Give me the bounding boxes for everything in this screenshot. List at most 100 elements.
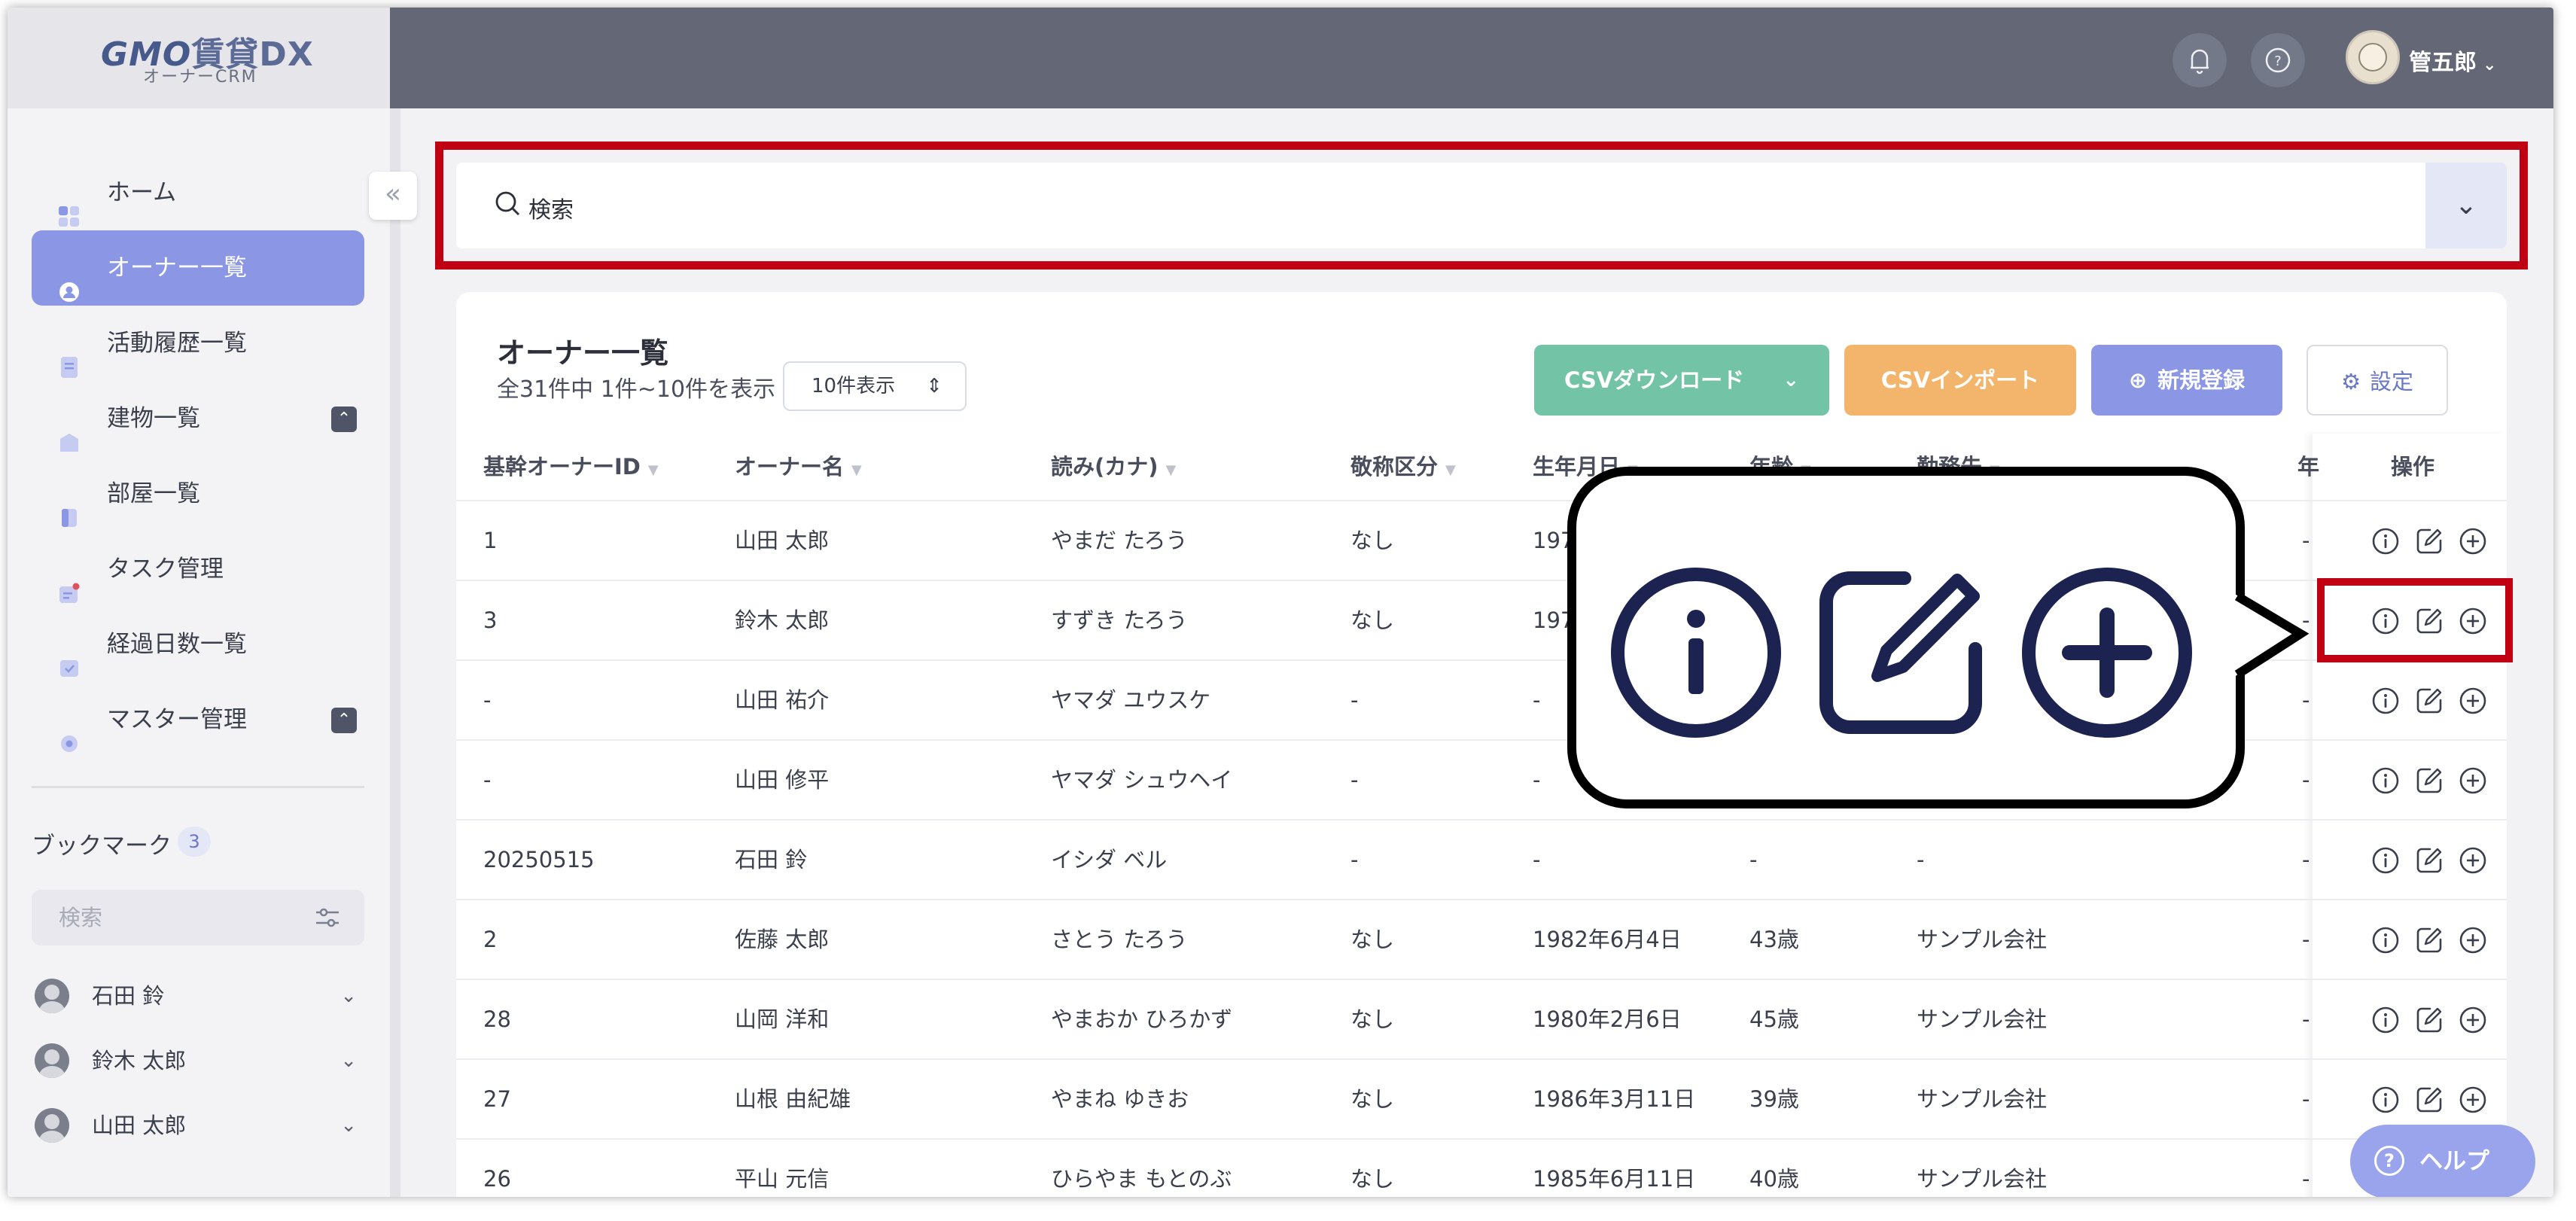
column-header-owner-name[interactable]: オーナー名 ▼	[735, 434, 862, 500]
cell-extra: -	[2302, 1086, 2310, 1112]
edit-icon	[1819, 571, 1982, 734]
bookmark-name: 鈴木 太郎	[92, 1048, 187, 1073]
filter-sliders-icon[interactable]	[313, 903, 342, 932]
cell-owner-name: 山田 祐介	[735, 687, 830, 713]
sidebar-item-elapsed-days[interactable]: 経過日数一覧	[32, 607, 364, 682]
expand-up-icon[interactable]: ⌃	[331, 708, 357, 733]
edit-icon[interactable]	[2415, 926, 2444, 955]
info-icon[interactable]	[2371, 1086, 2400, 1114]
cell-owner-name: 鈴木 太郎	[735, 607, 830, 633]
search-highlight-box	[435, 142, 2528, 269]
task-icon	[59, 559, 80, 603]
info-icon[interactable]	[2371, 766, 2400, 795]
cell-owner-name: 平山 元信	[735, 1166, 830, 1192]
avatar	[35, 1043, 69, 1078]
table-row[interactable]: 2 佐藤 太郎 さとう たろう なし 1982年6月4日 43歳 サンプル会社 -	[456, 899, 2507, 979]
chevron-down-icon: ⌄	[2483, 56, 2497, 75]
edit-icon[interactable]	[2415, 687, 2444, 715]
bookmark-count-badge: 3	[178, 827, 211, 857]
info-icon[interactable]	[2371, 1006, 2400, 1034]
settings-button[interactable]: ⚙ 設定	[2307, 345, 2448, 416]
table-row[interactable]: 28 山岡 洋和 やまおか ひろかず なし 1980年2月6日 45歳 サンプル会社 -	[456, 979, 2507, 1058]
cell-age: -	[1749, 847, 1758, 872]
help-button[interactable]: ? ヘルプ	[2350, 1125, 2535, 1197]
sidebar-item-home[interactable]: ホーム	[32, 155, 364, 230]
icon-callout-bubble	[1567, 467, 2245, 808]
chevron-down-icon[interactable]: ⌄	[340, 1099, 357, 1152]
plus-circle-icon[interactable]	[2459, 926, 2487, 955]
cell-kana: さとう たろう	[1051, 927, 1188, 952]
bookmark-search-placeholder: 検索	[59, 905, 103, 930]
plus-circle-icon[interactable]	[2459, 687, 2487, 715]
plus-circle-icon[interactable]	[2459, 527, 2487, 556]
table-row[interactable]: 26 平山 元信 ひらやま もとのぶ なし 1985年6月11日 40歳 サンプル会社 -	[456, 1138, 2507, 1197]
edit-icon[interactable]	[2415, 846, 2444, 875]
help-circle-icon[interactable]: ?	[2251, 33, 2305, 87]
csv-import-button[interactable]: CSVインポート	[1844, 345, 2076, 416]
logo-subtitle: オーナーCRM	[143, 68, 257, 87]
edit-icon[interactable]	[2415, 1006, 2444, 1034]
table-row[interactable]: 20250515 石田 鈴 イシダ ベル - - - - -	[456, 819, 2507, 899]
cell-owner-id: 28	[483, 1006, 511, 1032]
column-header-kana[interactable]: 読み(カナ) ▼	[1051, 434, 1176, 500]
info-icon[interactable]	[2371, 846, 2400, 875]
user-menu[interactable]: 管五郎 ⌄	[2409, 44, 2496, 77]
bookmark-item[interactable]: 鈴木 太郎 ⌄	[32, 1034, 364, 1087]
info-icon[interactable]	[2371, 527, 2400, 556]
callout-pointer	[2228, 590, 2310, 681]
plus-circle-icon[interactable]	[2459, 846, 2487, 875]
column-header-truncated[interactable]: 年	[2297, 434, 2319, 500]
cell-honorific: -	[1350, 767, 1359, 793]
cell-company: サンプル会社	[1917, 927, 2048, 952]
edit-icon[interactable]	[2415, 527, 2444, 556]
cell-kana: すずき たろう	[1051, 607, 1188, 633]
plus-circle-icon: ⊕	[2128, 367, 2148, 393]
edit-icon[interactable]	[2415, 1086, 2444, 1114]
edit-icon[interactable]	[2415, 766, 2444, 795]
per-page-select[interactable]: 10件表示 ⇕	[783, 361, 967, 411]
bookmark-item[interactable]: 石田 鈴 ⌄	[32, 970, 364, 1022]
cell-honorific: なし	[1350, 528, 1395, 553]
cell-age: 45歳	[1749, 1006, 1799, 1032]
chevron-down-icon[interactable]: ⌄	[340, 1034, 357, 1087]
double-chevron-left-icon: «	[384, 178, 402, 209]
cell-owner-id: 2	[483, 927, 498, 952]
app-logo[interactable]: GMO賃貸DX オーナーCRM	[8, 8, 390, 108]
sidebar-item-tasks[interactable]: タスク管理	[32, 531, 364, 607]
plus-circle-icon[interactable]	[2459, 1006, 2487, 1034]
cell-kana: ひらやま もとのぶ	[1051, 1166, 1232, 1192]
cell-owner-id: 20250515	[483, 847, 595, 872]
bookmark-item[interactable]: 山田 太郎 ⌄	[32, 1099, 364, 1152]
plus-circle-icon[interactable]	[2459, 766, 2487, 795]
user-avatar[interactable]	[2346, 30, 2400, 84]
result-summary: 全31件中 1件~10件を表示	[497, 376, 776, 403]
sidebar-item-rooms[interactable]: 部屋一覧	[32, 456, 364, 531]
avatar	[35, 979, 69, 1013]
info-icon[interactable]	[2371, 926, 2400, 955]
sidebar-item-activity-history[interactable]: 活動履歴一覧	[32, 306, 364, 381]
sidebar-item-label: 建物一覧	[107, 405, 200, 432]
plus-circle-icon[interactable]	[2459, 1086, 2487, 1114]
svg-text:?: ?	[2274, 53, 2282, 69]
new-owner-button[interactable]: ⊕ 新規登録	[2091, 345, 2282, 416]
bookmark-search-input[interactable]: 検索	[32, 890, 364, 945]
expand-up-icon[interactable]: ⌃	[331, 406, 357, 432]
sidebar-collapse-button[interactable]: «	[369, 172, 417, 220]
cell-company: -	[1917, 847, 1925, 872]
chevron-down-icon[interactable]: ⌄	[340, 970, 357, 1022]
column-header-honorific[interactable]: 敬称区分 ▼	[1350, 434, 1456, 500]
info-icon[interactable]	[2371, 687, 2400, 715]
sidebar-item-owners[interactable]: オーナー一覧	[32, 230, 364, 306]
column-header-operations: 操作	[2391, 454, 2435, 480]
sidebar-item-master[interactable]: マスター管理 ⌃	[32, 682, 364, 757]
notification-bell-icon[interactable]	[2173, 33, 2227, 87]
sidebar-item-buildings[interactable]: 建物一覧 ⌃	[32, 381, 364, 456]
cell-extra: -	[2302, 767, 2310, 793]
cell-owner-name: 山田 太郎	[735, 528, 830, 553]
csv-download-button[interactable]: CSVダウンロード ⌄	[1534, 345, 1829, 416]
cell-owner-name: 石田 鈴	[735, 847, 808, 872]
table-row[interactable]: 27 山根 由紀雄 やまね ゆきお なし 1986年3月11日 39歳 サンプル会社 -	[456, 1058, 2507, 1138]
per-page-value: 10件表示	[811, 375, 896, 397]
question-icon: ?	[2374, 1146, 2404, 1176]
column-header-owner-id[interactable]: 基幹オーナーID ▼	[483, 434, 659, 500]
